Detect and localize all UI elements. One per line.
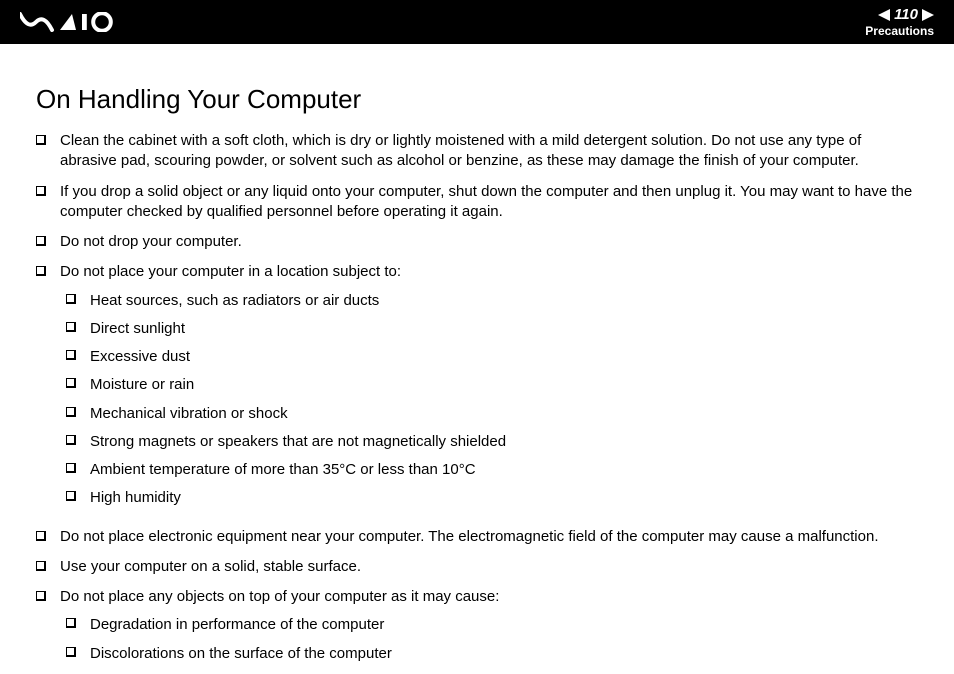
precautions-list: Clean the cabinet with a soft cloth, whi… bbox=[36, 131, 918, 672]
bullet-square-icon bbox=[66, 350, 76, 360]
bullet-square-icon bbox=[66, 463, 76, 473]
bullet-square-icon bbox=[36, 561, 46, 571]
bullet-square-icon bbox=[66, 378, 76, 388]
prev-page-arrow-icon[interactable] bbox=[878, 9, 890, 21]
sub-list-item: High humidity bbox=[60, 488, 918, 508]
sub-list: Heat sources, such as radiators or air d… bbox=[60, 291, 918, 509]
sub-list-item-text: Ambient temperature of more than 35°C or… bbox=[90, 460, 476, 480]
list-item-body: Use your computer on a solid, stable sur… bbox=[60, 557, 918, 577]
page-nav: 110 bbox=[865, 6, 934, 23]
sub-list-item: Moisture or rain bbox=[60, 375, 918, 395]
list-item-body: If you drop a solid object or any liquid… bbox=[60, 182, 918, 223]
bullet-square-icon bbox=[66, 491, 76, 501]
bullet-square-icon bbox=[36, 236, 46, 246]
bullet-square-icon bbox=[66, 647, 76, 657]
section-label: Precautions bbox=[865, 24, 934, 38]
sub-list-item-text: Moisture or rain bbox=[90, 375, 194, 395]
bullet-square-icon bbox=[36, 186, 46, 196]
list-item-body: Clean the cabinet with a soft cloth, whi… bbox=[60, 131, 918, 172]
bullet-square-icon bbox=[66, 407, 76, 417]
list-item-text: Use your computer on a solid, stable sur… bbox=[60, 558, 361, 575]
sub-list-item: Ambient temperature of more than 35°C or… bbox=[60, 460, 918, 480]
sub-list-item-text: Degradation in performance of the comput… bbox=[90, 615, 384, 635]
bullet-square-icon bbox=[36, 135, 46, 145]
list-item-text: Clean the cabinet with a soft cloth, whi… bbox=[60, 132, 861, 169]
sub-list-item: Mechanical vibration or shock bbox=[60, 404, 918, 424]
bullet-square-icon bbox=[66, 618, 76, 628]
sub-list-item-text: Excessive dust bbox=[90, 347, 190, 367]
list-item: Do not place electronic equipment near y… bbox=[36, 527, 918, 547]
list-item-text: If you drop a solid object or any liquid… bbox=[60, 183, 912, 220]
bullet-square-icon bbox=[66, 435, 76, 445]
sub-list-item: Degradation in performance of the comput… bbox=[60, 615, 918, 635]
sub-list-item: Heat sources, such as radiators or air d… bbox=[60, 291, 918, 311]
list-item: Do not place any objects on top of your … bbox=[36, 587, 918, 672]
list-item-body: Do not place any objects on top of your … bbox=[60, 587, 918, 672]
list-item: Use your computer on a solid, stable sur… bbox=[36, 557, 918, 577]
header-bar: 110 Precautions bbox=[0, 0, 954, 44]
bullet-square-icon bbox=[36, 531, 46, 541]
list-item: Clean the cabinet with a soft cloth, whi… bbox=[36, 131, 918, 172]
page-number: 110 bbox=[894, 6, 918, 23]
sub-list-item: Strong magnets or speakers that are not … bbox=[60, 432, 918, 452]
list-item: Do not place your computer in a location… bbox=[36, 262, 918, 516]
bullet-square-icon bbox=[36, 266, 46, 276]
sub-list-item-text: High humidity bbox=[90, 488, 181, 508]
list-item-text: Do not place any objects on top of your … bbox=[60, 588, 499, 605]
sub-list-item: Direct sunlight bbox=[60, 319, 918, 339]
sub-list-item: Discolorations on the surface of the com… bbox=[60, 644, 918, 664]
list-item-text: Do not place your computer in a location… bbox=[60, 263, 401, 280]
list-item-body: Do not drop your computer. bbox=[60, 232, 918, 252]
page-content: On Handling Your Computer Clean the cabi… bbox=[0, 44, 954, 672]
sub-list: Degradation in performance of the comput… bbox=[60, 615, 918, 664]
sub-list-item-text: Direct sunlight bbox=[90, 319, 185, 339]
list-item: If you drop a solid object or any liquid… bbox=[36, 182, 918, 223]
sub-list-item-text: Heat sources, such as radiators or air d… bbox=[90, 291, 379, 311]
sub-list-item-text: Strong magnets or speakers that are not … bbox=[90, 432, 506, 452]
list-item-text: Do not drop your computer. bbox=[60, 233, 242, 250]
header-right: 110 Precautions bbox=[865, 6, 934, 38]
list-item-body: Do not place electronic equipment near y… bbox=[60, 527, 918, 547]
page-title: On Handling Your Computer bbox=[36, 84, 918, 115]
list-item-body: Do not place your computer in a location… bbox=[60, 262, 918, 516]
sub-list-item-text: Mechanical vibration or shock bbox=[90, 404, 288, 424]
next-page-arrow-icon[interactable] bbox=[922, 9, 934, 21]
sub-list-item-text: Discolorations on the surface of the com… bbox=[90, 644, 392, 664]
list-item-text: Do not place electronic equipment near y… bbox=[60, 528, 879, 545]
list-item: Do not drop your computer. bbox=[36, 232, 918, 252]
bullet-square-icon bbox=[66, 294, 76, 304]
bullet-square-icon bbox=[36, 591, 46, 601]
vaio-logo bbox=[20, 12, 116, 32]
bullet-square-icon bbox=[66, 322, 76, 332]
sub-list-item: Excessive dust bbox=[60, 347, 918, 367]
